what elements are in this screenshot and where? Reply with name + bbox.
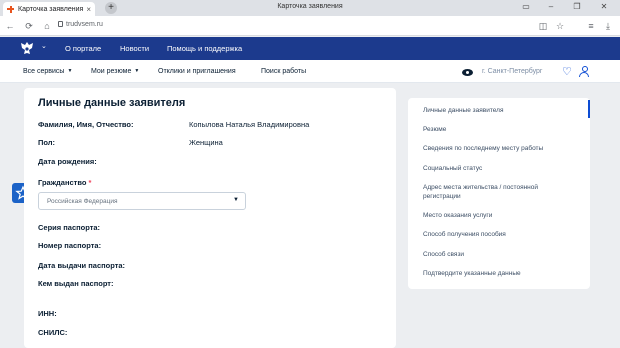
emblem-logo-icon[interactable] xyxy=(18,41,36,56)
minimize-icon[interactable]: – xyxy=(544,2,558,11)
reload-icon[interactable]: ⟳ xyxy=(22,19,36,33)
tab-search-icon[interactable]: ▭ xyxy=(519,2,533,11)
site-header: ⌄ О портале Новости Помощь и поддержка xyxy=(0,37,620,60)
site-favicon-icon xyxy=(7,5,14,13)
services-nav: Все сервисы ▼ Мои резюме ▼ Отклики и пригл… xyxy=(0,60,620,83)
inn-label: ИНН: xyxy=(38,309,57,318)
back-icon[interactable]: ← xyxy=(3,19,17,33)
personal-data-card: Личные данные заявителя Фамилия, Имя, От… xyxy=(24,88,396,348)
download-icon[interactable]: ⤓ xyxy=(601,19,615,33)
required-mark: * xyxy=(88,178,92,187)
lock-icon xyxy=(58,21,63,27)
chevron-down-icon: ▼ xyxy=(233,197,239,203)
citizenship-label: Гражданство * xyxy=(38,178,92,187)
gender-label: Пол: xyxy=(38,138,56,147)
passport-date-label: Дата выдачи паспорта: xyxy=(38,261,126,270)
full-name-label: Фамилия, Имя, Отчество: xyxy=(38,120,134,129)
snils-label: СНИЛС: xyxy=(38,328,68,337)
favorites-heart-icon[interactable]: ♡ xyxy=(562,67,572,78)
section-contact-method[interactable]: Способ связи xyxy=(423,250,573,259)
form-sections-nav: Личные данные заявителя Резюме Сведения … xyxy=(408,98,590,289)
nav-my-resumes[interactable]: Мои резюме ▼ xyxy=(91,68,139,75)
nav-help[interactable]: Помощь и поддержка xyxy=(167,44,242,53)
section-address[interactable]: Адрес места жительства / постоянной реги… xyxy=(423,183,573,201)
section-last-job[interactable]: Сведения по последнему месту работы xyxy=(423,144,573,153)
city-selector[interactable]: г. Санкт-Петербург xyxy=(482,68,543,75)
gender-value: Женщина xyxy=(189,138,223,147)
active-section-indicator xyxy=(588,100,590,118)
citizenship-select[interactable]: Российская Федерация ▼ xyxy=(38,192,246,210)
tab-title: Карточка заявления xyxy=(18,5,84,13)
accessibility-eye-icon[interactable] xyxy=(462,69,473,76)
passport-issuer-label: Кем выдан паспорт: xyxy=(38,279,114,288)
close-window-icon[interactable]: ✕ xyxy=(597,2,611,11)
full-name-value: Копылова Наталья Владимировна xyxy=(189,120,310,129)
chevron-down-icon[interactable]: ⌄ xyxy=(41,42,47,50)
user-profile-icon[interactable] xyxy=(579,66,589,78)
section-confirm[interactable]: Подтвердите указанные данные xyxy=(423,269,573,278)
nav-job-search[interactable]: Поиск работы xyxy=(261,68,306,75)
nav-all-services[interactable]: Все сервисы ▼ xyxy=(23,68,72,75)
browser-tab-bar: Карточка заявления × + Карточка заявлени… xyxy=(0,0,620,16)
maximize-icon[interactable]: ❐ xyxy=(570,2,584,11)
passport-series-label: Серия паспорта: xyxy=(38,223,101,232)
new-tab-button[interactable]: + xyxy=(105,2,117,14)
menu-icon[interactable]: ≡ xyxy=(584,19,598,33)
nav-responses[interactable]: Отклики и приглашения xyxy=(158,68,236,75)
extension-icon[interactable]: ◫ xyxy=(536,19,550,33)
chevron-down-icon: ▼ xyxy=(134,68,140,74)
window-title: Карточка заявления xyxy=(277,3,343,10)
page-title: Личные данные заявителя xyxy=(38,97,186,109)
home-icon[interactable]: ⌂ xyxy=(40,19,54,33)
section-service-location[interactable]: Место оказания услуги xyxy=(423,211,573,220)
browser-toolbar: ← ⟳ ⌂ trudvsem.ru ◫ ☆ ≡ ⤓ xyxy=(0,16,620,36)
nav-about[interactable]: О портале xyxy=(65,44,101,53)
section-personal-data[interactable]: Личные данные заявителя xyxy=(423,106,573,115)
section-resume[interactable]: Резюме xyxy=(423,125,573,134)
chevron-down-icon: ▼ xyxy=(67,68,73,74)
birth-date-label: Дата рождения: xyxy=(38,157,97,166)
passport-number-label: Номер паспорта: xyxy=(38,241,102,250)
citizenship-select-value: Российская Федерация xyxy=(47,198,118,205)
nav-news[interactable]: Новости xyxy=(120,44,149,53)
close-tab-icon[interactable]: × xyxy=(86,5,91,14)
section-benefit-method[interactable]: Способ получения пособия xyxy=(423,230,573,239)
browser-tab[interactable]: Карточка заявления × xyxy=(3,2,95,16)
section-social-status[interactable]: Социальный статус xyxy=(423,164,573,173)
address-bar[interactable]: trudvsem.ru xyxy=(66,21,103,28)
bookmark-star-icon[interactable]: ☆ xyxy=(553,19,567,33)
